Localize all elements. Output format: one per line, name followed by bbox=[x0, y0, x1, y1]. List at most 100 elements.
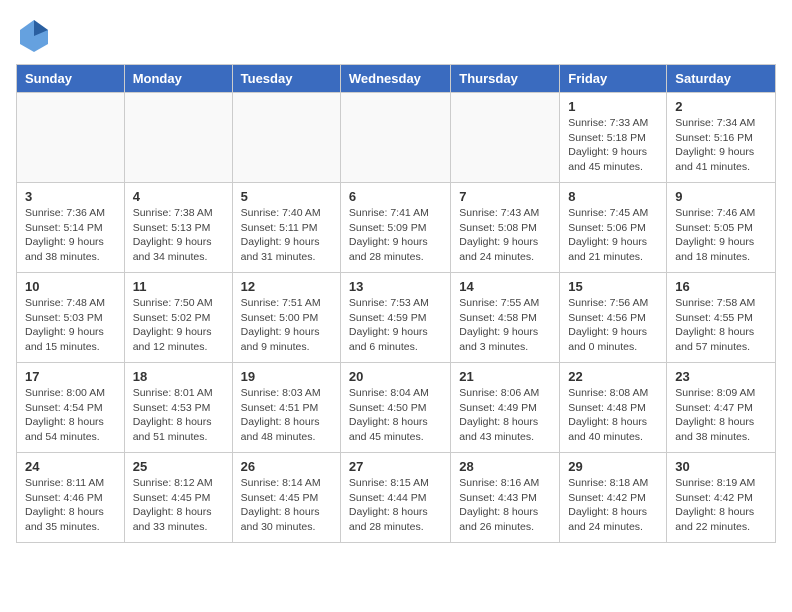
week-row-5: 24 Sunrise: 8:11 AMSunset: 4:46 PMDayligh… bbox=[17, 453, 776, 543]
calendar-cell: 7 Sunrise: 7:43 AMSunset: 5:08 PMDaylight… bbox=[451, 183, 560, 273]
calendar-cell: 25 Sunrise: 8:12 AMSunset: 4:45 PMDayligh… bbox=[124, 453, 232, 543]
calendar-header-tuesday: Tuesday bbox=[232, 65, 340, 93]
day-info: Sunrise: 7:53 AMSunset: 4:59 PMDaylight:… bbox=[349, 296, 442, 355]
day-info: Sunrise: 8:12 AMSunset: 4:45 PMDaylight:… bbox=[133, 476, 224, 535]
day-number: 7 bbox=[459, 189, 551, 204]
day-info: Sunrise: 8:15 AMSunset: 4:44 PMDaylight:… bbox=[349, 476, 442, 535]
week-row-1: 1 Sunrise: 7:33 AMSunset: 5:18 PMDaylight… bbox=[17, 93, 776, 183]
day-number: 5 bbox=[241, 189, 332, 204]
calendar-header-sunday: Sunday bbox=[17, 65, 125, 93]
day-info: Sunrise: 7:45 AMSunset: 5:06 PMDaylight:… bbox=[568, 206, 658, 265]
day-number: 21 bbox=[459, 369, 551, 384]
day-info: Sunrise: 7:40 AMSunset: 5:11 PMDaylight:… bbox=[241, 206, 332, 265]
calendar-header-saturday: Saturday bbox=[667, 65, 776, 93]
day-number: 3 bbox=[25, 189, 116, 204]
day-number: 11 bbox=[133, 279, 224, 294]
calendar-cell: 27 Sunrise: 8:15 AMSunset: 4:44 PMDayligh… bbox=[340, 453, 450, 543]
calendar-cell: 9 Sunrise: 7:46 AMSunset: 5:05 PMDaylight… bbox=[667, 183, 776, 273]
day-number: 19 bbox=[241, 369, 332, 384]
calendar-cell: 22Sunrise: 8:08 AMSunset: 4:48 PMDayligh… bbox=[560, 363, 667, 453]
day-info: Sunrise: 7:34 AMSunset: 5:16 PMDaylight:… bbox=[675, 116, 767, 175]
day-number: 28 bbox=[459, 459, 551, 474]
day-number: 13 bbox=[349, 279, 442, 294]
day-info: Sunrise: 7:36 AMSunset: 5:14 PMDaylight:… bbox=[25, 206, 116, 265]
day-info: Sunrise: 8:14 AMSunset: 4:45 PMDaylight:… bbox=[241, 476, 332, 535]
day-info: Sunrise: 8:11 AMSunset: 4:46 PMDaylight:… bbox=[25, 476, 116, 535]
day-info: Sunrise: 8:04 AMSunset: 4:50 PMDaylight:… bbox=[349, 386, 442, 445]
calendar-cell: 18 Sunrise: 8:01 AMSunset: 4:53 PMDayligh… bbox=[124, 363, 232, 453]
day-info: Sunrise: 7:38 AMSunset: 5:13 PMDaylight:… bbox=[133, 206, 224, 265]
day-info: Sunrise: 8:08 AMSunset: 4:48 PMDaylight:… bbox=[568, 386, 658, 445]
calendar-cell: 29Sunrise: 8:18 AMSunset: 4:42 PMDayligh… bbox=[560, 453, 667, 543]
day-info: Sunrise: 8:16 AMSunset: 4:43 PMDaylight:… bbox=[459, 476, 551, 535]
day-number: 8 bbox=[568, 189, 658, 204]
calendar-cell: 17Sunrise: 8:00 AMSunset: 4:54 PMDayligh… bbox=[17, 363, 125, 453]
day-info: Sunrise: 8:06 AMSunset: 4:49 PMDaylight:… bbox=[459, 386, 551, 445]
logo bbox=[16, 16, 58, 52]
calendar-cell bbox=[232, 93, 340, 183]
day-info: Sunrise: 7:46 AMSunset: 5:05 PMDaylight:… bbox=[675, 206, 767, 265]
calendar-cell: 13 Sunrise: 7:53 AMSunset: 4:59 PMDayligh… bbox=[340, 273, 450, 363]
week-row-4: 17Sunrise: 8:00 AMSunset: 4:54 PMDayligh… bbox=[17, 363, 776, 453]
day-number: 10 bbox=[25, 279, 116, 294]
calendar-table: SundayMondayTuesdayWednesdayThursdayFrid… bbox=[16, 64, 776, 543]
week-row-3: 10Sunrise: 7:48 AMSunset: 5:03 PMDayligh… bbox=[17, 273, 776, 363]
calendar-cell: 5 Sunrise: 7:40 AMSunset: 5:11 PMDaylight… bbox=[232, 183, 340, 273]
day-info: Sunrise: 7:50 AMSunset: 5:02 PMDaylight:… bbox=[133, 296, 224, 355]
calendar-cell bbox=[17, 93, 125, 183]
calendar-cell: 2 Sunrise: 7:34 AMSunset: 5:16 PMDaylight… bbox=[667, 93, 776, 183]
day-info: Sunrise: 8:03 AMSunset: 4:51 PMDaylight:… bbox=[241, 386, 332, 445]
day-number: 24 bbox=[25, 459, 116, 474]
page-header bbox=[16, 16, 776, 52]
calendar-cell: 12Sunrise: 7:51 AMSunset: 5:00 PMDayligh… bbox=[232, 273, 340, 363]
calendar-header-friday: Friday bbox=[560, 65, 667, 93]
day-number: 15 bbox=[568, 279, 658, 294]
day-number: 18 bbox=[133, 369, 224, 384]
day-info: Sunrise: 8:09 AMSunset: 4:47 PMDaylight:… bbox=[675, 386, 767, 445]
day-info: Sunrise: 8:19 AMSunset: 4:42 PMDaylight:… bbox=[675, 476, 767, 535]
calendar-cell: 28 Sunrise: 8:16 AMSunset: 4:43 PMDayligh… bbox=[451, 453, 560, 543]
day-info: Sunrise: 7:55 AMSunset: 4:58 PMDaylight:… bbox=[459, 296, 551, 355]
calendar-header: SundayMondayTuesdayWednesdayThursdayFrid… bbox=[17, 65, 776, 93]
calendar-header-thursday: Thursday bbox=[451, 65, 560, 93]
calendar-cell: 24 Sunrise: 8:11 AMSunset: 4:46 PMDayligh… bbox=[17, 453, 125, 543]
day-number: 12 bbox=[241, 279, 332, 294]
day-number: 20 bbox=[349, 369, 442, 384]
day-info: Sunrise: 8:01 AMSunset: 4:53 PMDaylight:… bbox=[133, 386, 224, 445]
calendar-cell: 26Sunrise: 8:14 AMSunset: 4:45 PMDayligh… bbox=[232, 453, 340, 543]
calendar-header-wednesday: Wednesday bbox=[340, 65, 450, 93]
calendar-cell bbox=[340, 93, 450, 183]
calendar-header-monday: Monday bbox=[124, 65, 232, 93]
day-info: Sunrise: 7:33 AMSunset: 5:18 PMDaylight:… bbox=[568, 116, 658, 175]
day-info: Sunrise: 7:41 AMSunset: 5:09 PMDaylight:… bbox=[349, 206, 442, 265]
calendar-body: 1 Sunrise: 7:33 AMSunset: 5:18 PMDaylight… bbox=[17, 93, 776, 543]
day-number: 16 bbox=[675, 279, 767, 294]
calendar-cell: 3 Sunrise: 7:36 AMSunset: 5:14 PMDaylight… bbox=[17, 183, 125, 273]
calendar-cell: 8 Sunrise: 7:45 AMSunset: 5:06 PMDaylight… bbox=[560, 183, 667, 273]
day-info: Sunrise: 7:56 AMSunset: 4:56 PMDaylight:… bbox=[568, 296, 658, 355]
logo-icon bbox=[16, 16, 52, 52]
calendar-cell: 1 Sunrise: 7:33 AMSunset: 5:18 PMDaylight… bbox=[560, 93, 667, 183]
day-number: 27 bbox=[349, 459, 442, 474]
calendar-cell: 14 Sunrise: 7:55 AMSunset: 4:58 PMDayligh… bbox=[451, 273, 560, 363]
day-info: Sunrise: 7:58 AMSunset: 4:55 PMDaylight:… bbox=[675, 296, 767, 355]
day-info: Sunrise: 7:43 AMSunset: 5:08 PMDaylight:… bbox=[459, 206, 551, 265]
calendar-cell: 10Sunrise: 7:48 AMSunset: 5:03 PMDayligh… bbox=[17, 273, 125, 363]
day-number: 6 bbox=[349, 189, 442, 204]
calendar-cell: 11 Sunrise: 7:50 AMSunset: 5:02 PMDayligh… bbox=[124, 273, 232, 363]
calendar-cell bbox=[451, 93, 560, 183]
calendar-cell: 19 Sunrise: 8:03 AMSunset: 4:51 PMDayligh… bbox=[232, 363, 340, 453]
calendar-cell: 23Sunrise: 8:09 AMSunset: 4:47 PMDayligh… bbox=[667, 363, 776, 453]
day-number: 1 bbox=[568, 99, 658, 114]
day-number: 30 bbox=[675, 459, 767, 474]
day-number: 14 bbox=[459, 279, 551, 294]
day-number: 9 bbox=[675, 189, 767, 204]
calendar-cell: 4 Sunrise: 7:38 AMSunset: 5:13 PMDaylight… bbox=[124, 183, 232, 273]
calendar-cell: 6 Sunrise: 7:41 AMSunset: 5:09 PMDaylight… bbox=[340, 183, 450, 273]
day-number: 29 bbox=[568, 459, 658, 474]
day-number: 17 bbox=[25, 369, 116, 384]
day-number: 25 bbox=[133, 459, 224, 474]
day-number: 2 bbox=[675, 99, 767, 114]
calendar-cell: 30 Sunrise: 8:19 AMSunset: 4:42 PMDayligh… bbox=[667, 453, 776, 543]
day-number: 4 bbox=[133, 189, 224, 204]
